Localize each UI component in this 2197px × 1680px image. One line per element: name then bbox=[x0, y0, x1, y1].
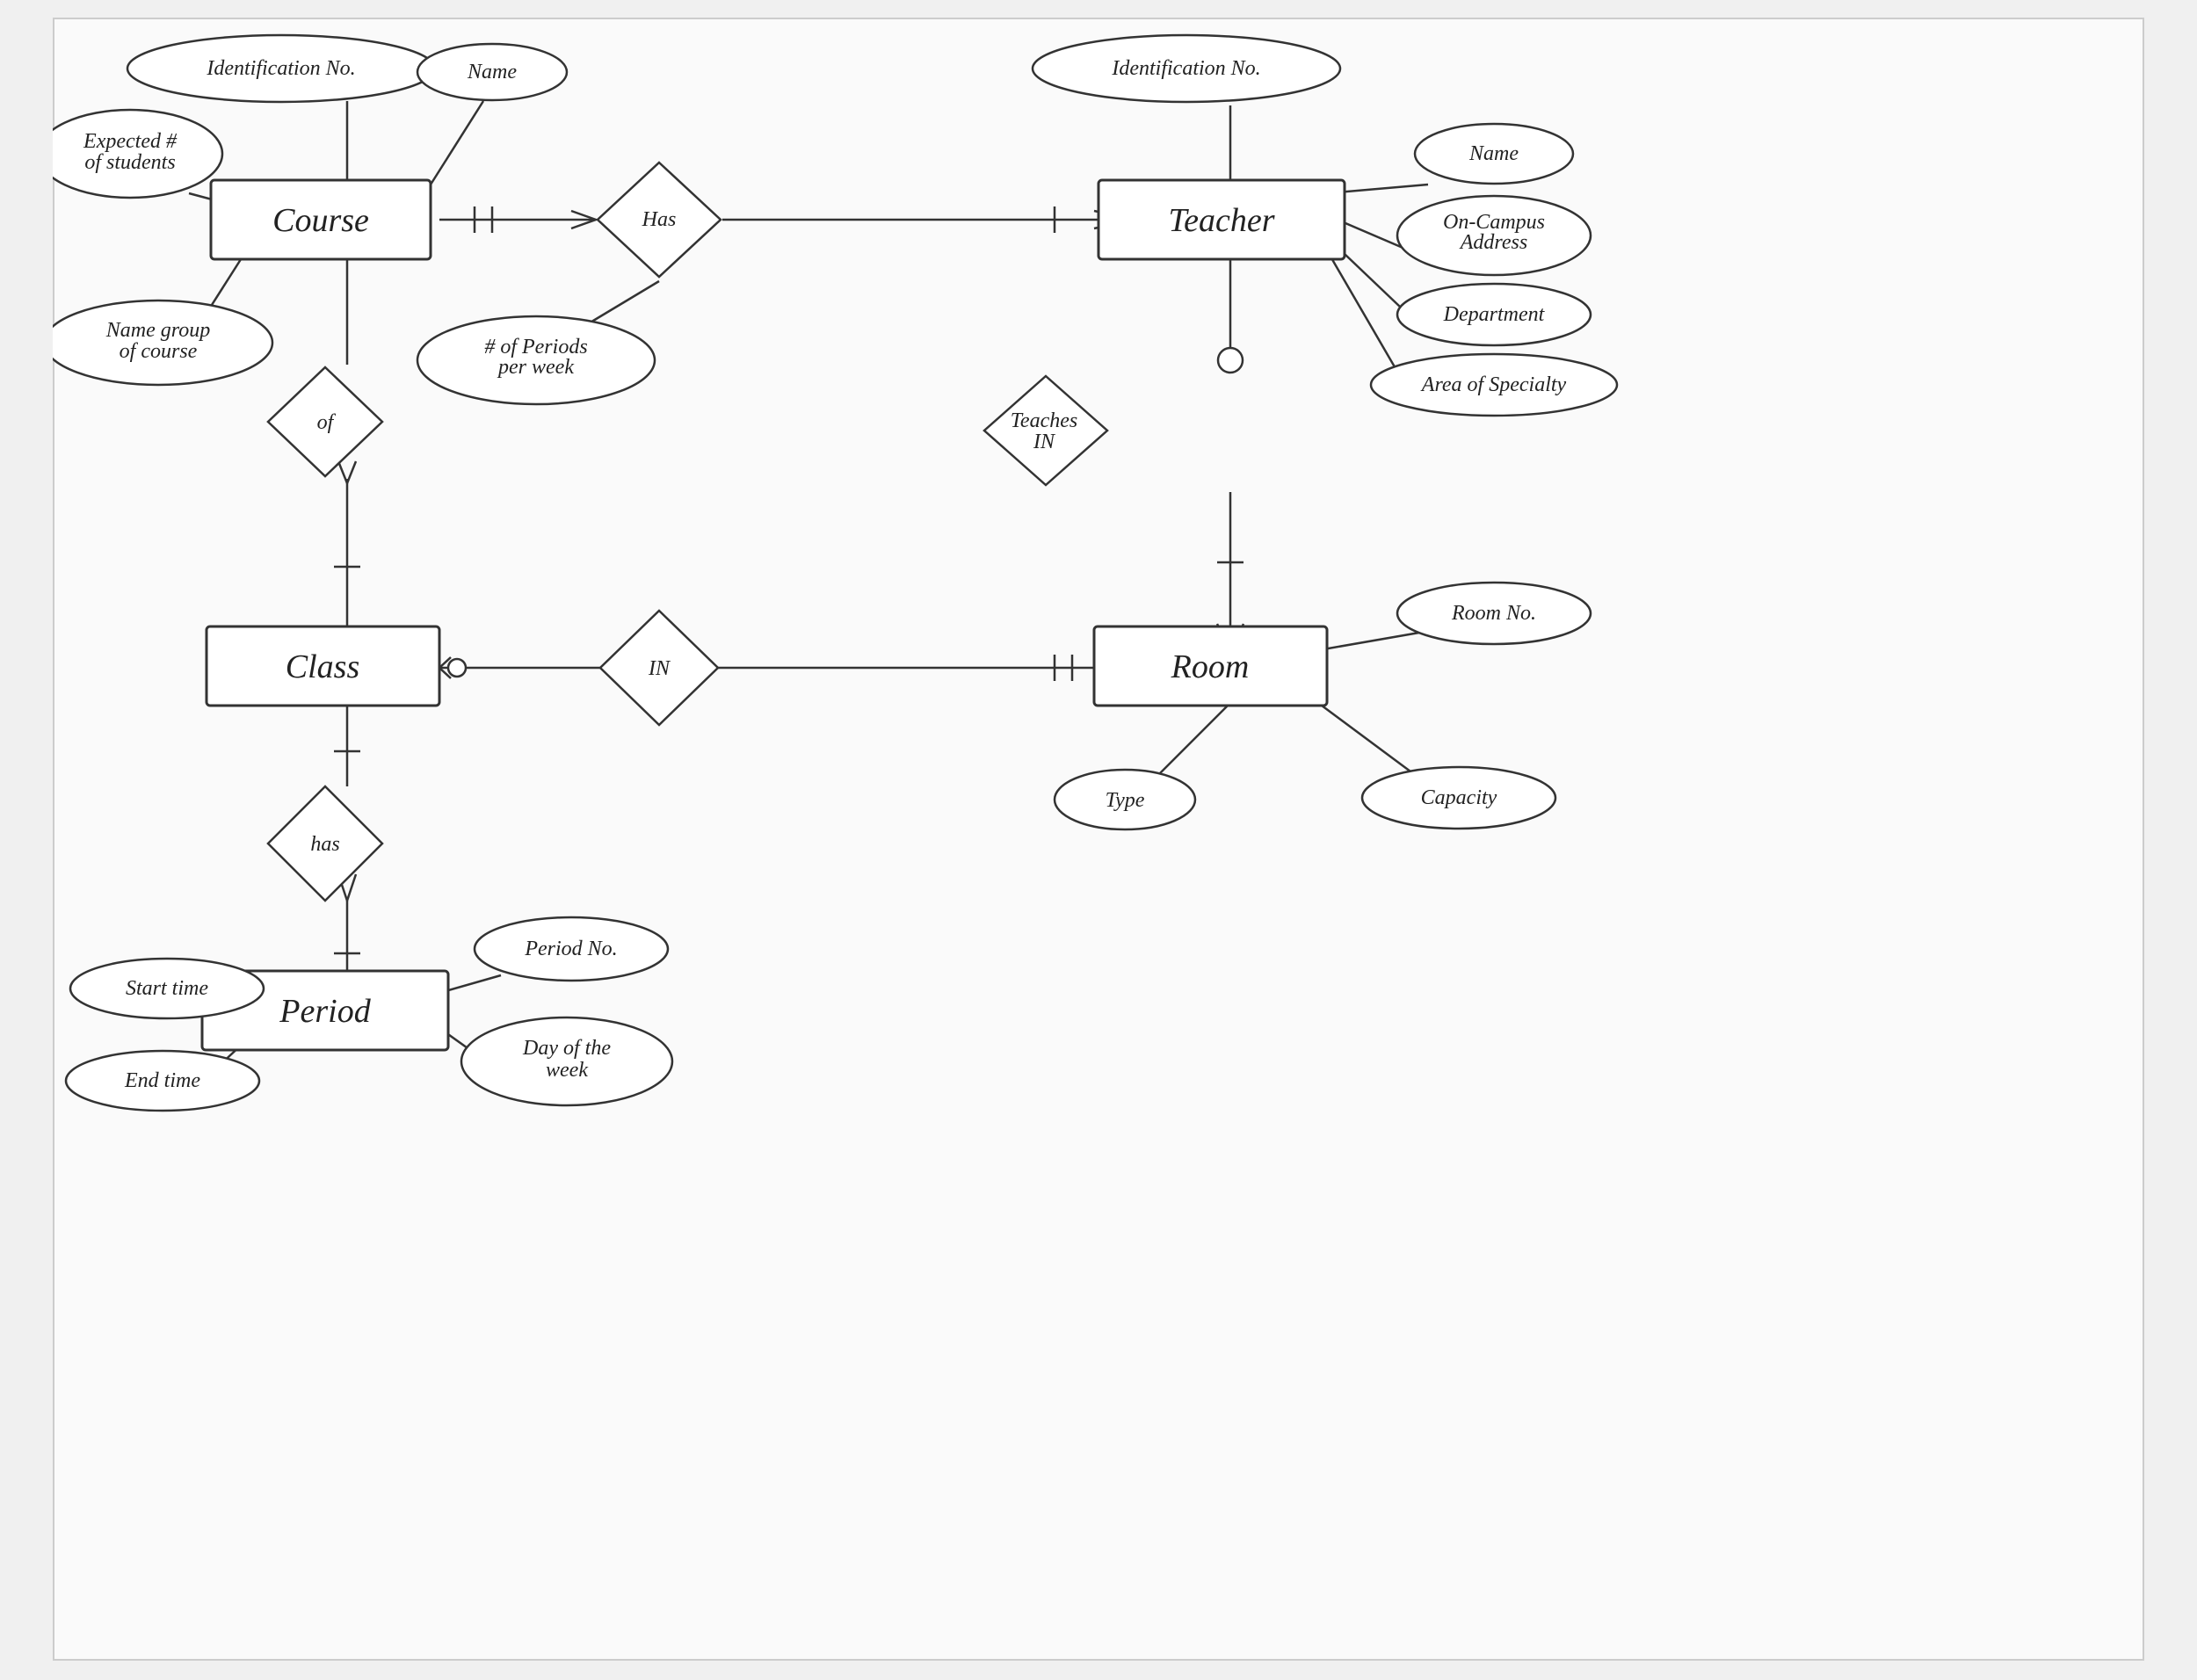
attr-room-type: Type bbox=[1106, 789, 1145, 812]
rel-in-label: IN bbox=[648, 657, 671, 680]
attr-period-no: Period No. bbox=[524, 938, 617, 960]
attr-teacher-oncampus2: Address bbox=[1459, 231, 1527, 254]
rel-teaches-in-label: Teaches bbox=[1011, 409, 1077, 432]
entity-period-label: Period bbox=[279, 993, 371, 1030]
attr-room-capacity: Capacity bbox=[1421, 786, 1497, 809]
attr-teacher-dept: Department bbox=[1443, 303, 1546, 326]
attr-course-expected1: Expected # bbox=[83, 130, 178, 153]
attr-course-namegroup2: of course bbox=[120, 340, 198, 363]
attr-room-no: Room No. bbox=[1451, 602, 1536, 625]
attr-period-day1: Day of the bbox=[522, 1037, 611, 1060]
rel-has-label: Has bbox=[642, 208, 677, 231]
attr-course-namegroup1: Name group bbox=[105, 319, 210, 342]
entity-course-label: Course bbox=[272, 202, 369, 239]
attr-course-id: Identification No. bbox=[206, 57, 355, 80]
entity-room-label: Room bbox=[1171, 648, 1250, 685]
attr-has-periods2: per week bbox=[497, 356, 574, 379]
er-diagram: Course Teacher Class Room Period Has of … bbox=[53, 18, 2144, 1661]
attr-teacher-id: Identification No. bbox=[1111, 57, 1260, 80]
entity-teacher-label: Teacher bbox=[1168, 202, 1274, 239]
attr-period-start: Start time bbox=[126, 977, 208, 1000]
attr-teacher-name: Name bbox=[1468, 142, 1519, 165]
attr-period-end: End time bbox=[124, 1069, 200, 1092]
attr-course-expected2: of students bbox=[84, 151, 175, 174]
attr-teacher-specialty: Area of Specialty bbox=[1420, 373, 1567, 396]
rel-teaches-in-label2: IN bbox=[1033, 431, 1056, 453]
attr-period-day2: week bbox=[546, 1059, 588, 1082]
entity-class-label: Class bbox=[286, 648, 359, 685]
attr-course-name: Name bbox=[467, 61, 517, 83]
rel-has2-label: has bbox=[310, 833, 339, 856]
